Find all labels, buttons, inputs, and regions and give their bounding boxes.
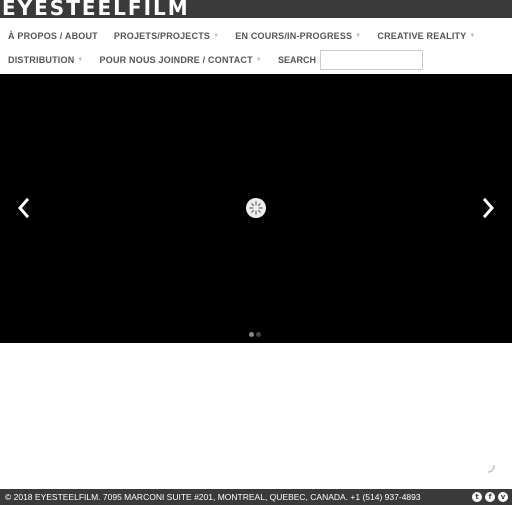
vimeo-icon[interactable]: v <box>498 492 508 502</box>
search-label: SEARCH <box>277 55 316 65</box>
nav-item-about[interactable]: À PROPOS / ABOUT <box>8 31 98 41</box>
search-input[interactable] <box>319 50 423 70</box>
nav-item-label: POUR NOUS JOINDRE / CONTACT <box>99 55 253 65</box>
loading-arc-icon <box>487 464 495 473</box>
nav-row-1: À PROPOS / ABOUT PROJETS/PROJECTS ▼ EN C… <box>0 26 484 46</box>
site-logo[interactable]: EYESTEELFILM <box>2 0 190 18</box>
top-bar: EYESTEELFILM <box>0 0 512 18</box>
nav-item-label: À PROPOS / ABOUT <box>8 31 98 41</box>
chevron-down-icon: ▼ <box>469 33 476 39</box>
twitter-icon[interactable]: t <box>472 492 482 502</box>
slider-next-button[interactable] <box>479 194 499 222</box>
nav-item-distribution[interactable]: DISTRIBUTION ▼ <box>8 55 84 65</box>
spinner-icon <box>246 198 266 218</box>
nav-item-in-progress[interactable]: EN COURS/IN-PROGRESS ▼ <box>235 31 361 41</box>
footer-copyright: © 2018 EYESTEELFILM. 7095 MARCONI SUITE … <box>5 492 421 502</box>
main-navigation: À PROPOS / ABOUT PROJETS/PROJECTS ▼ EN C… <box>0 18 512 74</box>
chevron-down-icon: ▼ <box>77 57 84 63</box>
chevron-left-icon <box>18 197 30 219</box>
nav-item-projects[interactable]: PROJETS/PROJECTS ▼ <box>114 31 219 41</box>
nav-item-creative-reality[interactable]: CREATIVE REALITY ▼ <box>377 31 475 41</box>
slider-dot-1[interactable] <box>249 332 254 337</box>
footer: © 2018 EYESTEELFILM. 7095 MARCONI SUITE … <box>0 489 512 505</box>
chevron-right-icon <box>482 197 494 219</box>
image-slider <box>0 74 512 343</box>
nav-item-label: CREATIVE REALITY <box>377 31 467 41</box>
facebook-icon[interactable]: f <box>485 492 495 502</box>
nav-item-label: DISTRIBUTION <box>8 55 75 65</box>
nav-item-label: EN COURS/IN-PROGRESS <box>235 31 353 41</box>
social-links: t f v <box>472 492 508 502</box>
chevron-down-icon: ▼ <box>213 33 220 39</box>
slider-pagination <box>249 332 261 337</box>
nav-item-label: PROJETS/PROJECTS <box>113 31 211 41</box>
chevron-down-icon: ▼ <box>355 33 362 39</box>
slider-prev-button[interactable] <box>13 194 33 222</box>
nav-row-2: DISTRIBUTION ▼ POUR NOUS JOINDRE / CONTA… <box>0 50 423 70</box>
slider-dot-2[interactable] <box>256 332 261 337</box>
chevron-down-icon: ▼ <box>255 57 262 63</box>
nav-item-contact[interactable]: POUR NOUS JOINDRE / CONTACT ▼ <box>100 55 262 65</box>
